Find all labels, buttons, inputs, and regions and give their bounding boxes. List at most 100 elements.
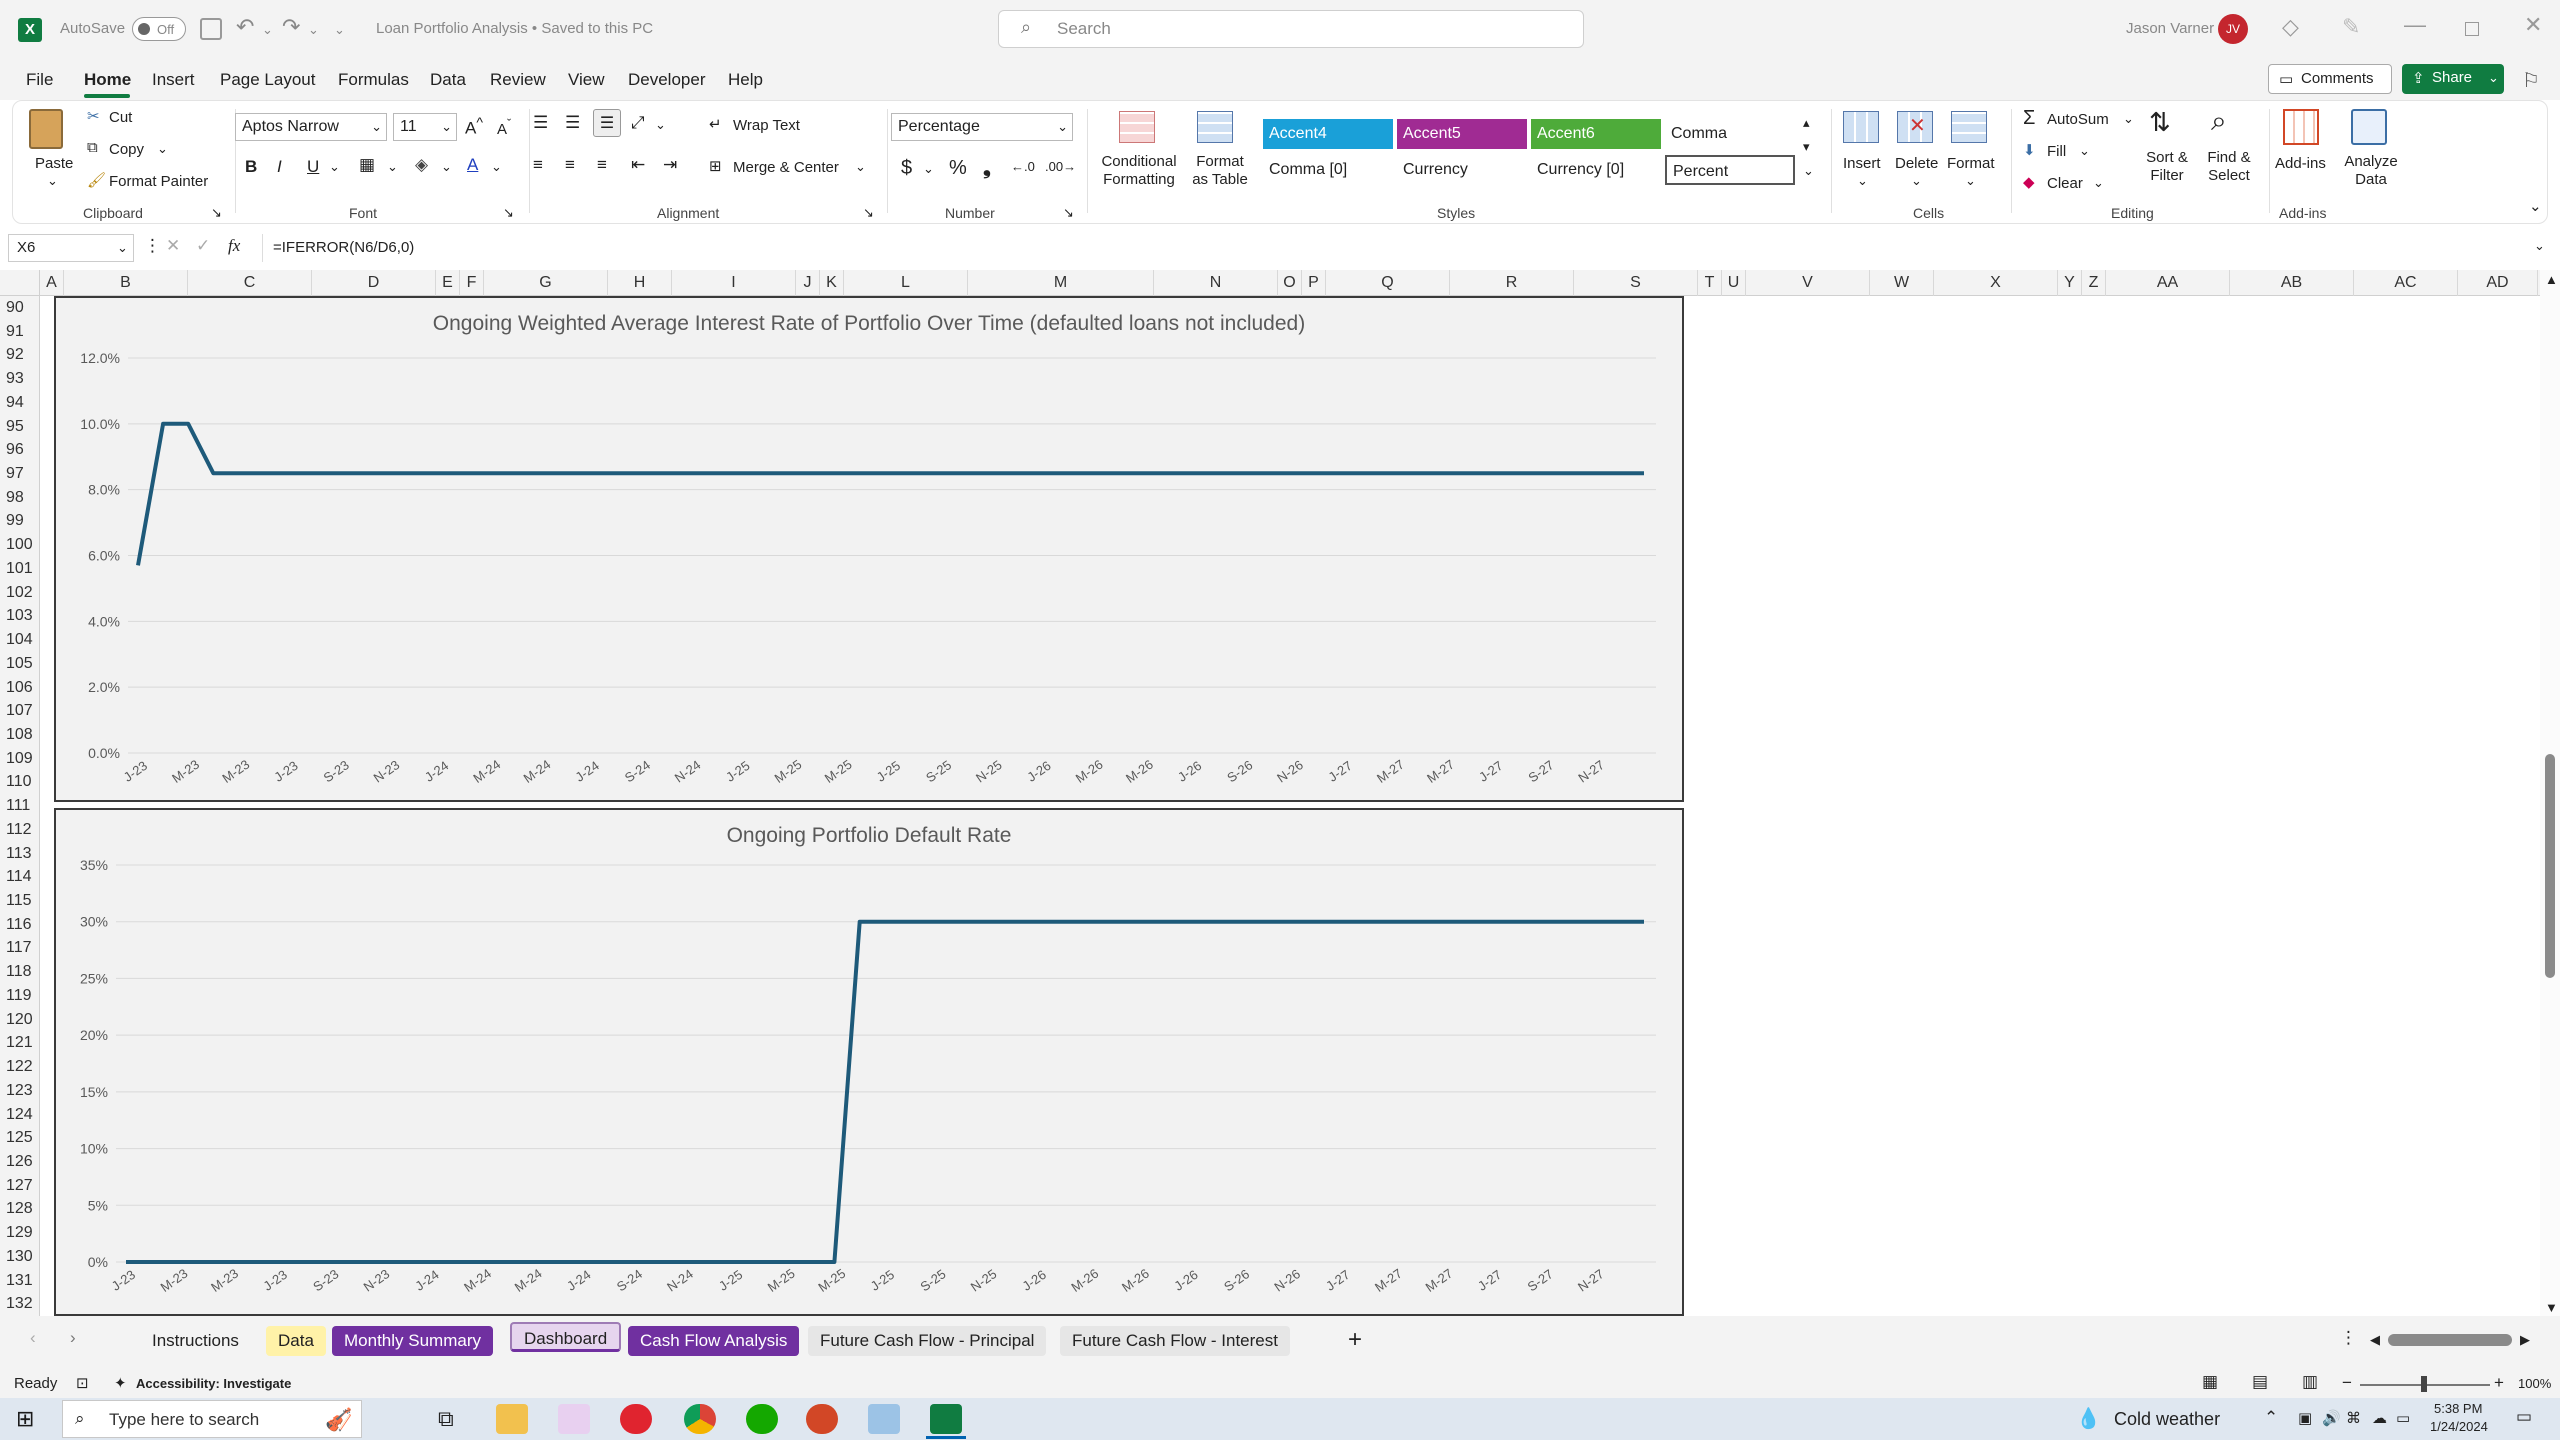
row-header-110[interactable]: 110 [0, 770, 38, 794]
zoom-level[interactable]: 100% [2518, 1376, 2551, 1391]
font-launcher-icon[interactable]: ↘ [503, 205, 514, 221]
row-header-92[interactable]: 92 [0, 343, 38, 367]
row-header-132[interactable]: 132 [0, 1292, 38, 1316]
cancel-entry-icon[interactable]: ✕ [166, 236, 180, 256]
ribbon-collapse-icon[interactable]: ⌄ [2529, 197, 2542, 215]
align-top-icon[interactable]: ☰ [533, 113, 548, 133]
sheet-tab-instructions[interactable]: Instructions [140, 1326, 251, 1356]
normal-view-icon[interactable]: ▦ [2202, 1372, 2218, 1392]
save-icon[interactable] [200, 18, 222, 40]
column-header-j[interactable]: J [796, 270, 820, 296]
bold-button[interactable]: B [245, 157, 257, 177]
name-box[interactable]: X6 ⌄ [8, 234, 134, 262]
style-currency[interactable]: Currency [1397, 155, 1527, 185]
formula-options-icon[interactable]: ⋮ [144, 236, 161, 256]
accessibility-status[interactable]: Accessibility: Investigate [136, 1376, 291, 1391]
display-icon[interactable]: ▭ [2396, 1409, 2410, 1427]
tab-developer[interactable]: Developer [628, 70, 706, 90]
row-header-107[interactable]: 107 [0, 699, 38, 723]
orientation-icon[interactable]: ⤢ [631, 113, 645, 133]
vertical-scroll-thumb[interactable] [2545, 754, 2555, 978]
wrap-text-icon[interactable]: ↵ [709, 115, 722, 133]
coauthor-icon[interactable]: ⚐ [2522, 68, 2540, 93]
notifications-icon[interactable]: ▭ [2516, 1407, 2532, 1427]
row-header-98[interactable]: 98 [0, 486, 38, 510]
font-size-dropdown[interactable]: 11 ⌄ [393, 113, 457, 141]
style-accent6[interactable]: Accent6 [1531, 119, 1661, 149]
row-header-101[interactable]: 101 [0, 557, 38, 581]
column-header-h[interactable]: H [608, 270, 672, 296]
upwork-icon[interactable] [746, 1404, 778, 1434]
sheet-tab-monthly-summary[interactable]: Monthly Summary [332, 1326, 493, 1356]
format-cells-dropdown-icon[interactable]: ⌄ [1965, 173, 1976, 189]
customize-qat-icon[interactable]: ⌄ [334, 22, 345, 38]
decrease-indent-icon[interactable]: ⇤ [631, 155, 645, 175]
row-header-119[interactable]: 119 [0, 984, 38, 1008]
redo-icon[interactable]: ↷ [282, 14, 300, 40]
fill-color-dropdown-icon[interactable]: ⌄ [441, 159, 452, 175]
row-header-123[interactable]: 123 [0, 1079, 38, 1103]
underline-dropdown-icon[interactable]: ⌄ [329, 159, 340, 175]
fill-icon[interactable]: ⬇ [2023, 141, 2036, 159]
style-currency-0[interactable]: Currency [0] [1531, 155, 1661, 185]
row-header-95[interactable]: 95 [0, 415, 38, 439]
clear-button[interactable]: Clear [2047, 175, 2083, 192]
row-header-125[interactable]: 125 [0, 1126, 38, 1150]
task-view-icon[interactable]: ⧉ [438, 1406, 454, 1432]
wrap-text-button[interactable]: Wrap Text [733, 117, 800, 134]
zoom-out-icon[interactable]: − [2342, 1373, 2352, 1393]
sheet-options-icon[interactable]: ⋮ [2340, 1328, 2357, 1348]
column-header-i[interactable]: I [672, 270, 796, 296]
insert-cells-icon[interactable] [1843, 111, 1879, 143]
macro-record-icon[interactable]: ⊡ [76, 1374, 89, 1392]
merge-center-icon[interactable]: ⊞ [709, 157, 722, 175]
column-header-z[interactable]: Z [2082, 270, 2106, 296]
row-header-108[interactable]: 108 [0, 723, 38, 747]
worksheet-grid[interactable]: Ongoing Weighted Average Interest Rate o… [40, 296, 2540, 1316]
styles-more-icon[interactable]: ⌄ [1803, 163, 1814, 179]
row-header-97[interactable]: 97 [0, 462, 38, 486]
styles-scroll-up-icon[interactable]: ▴ [1803, 115, 1810, 131]
fill-color-icon[interactable]: ◈ [415, 155, 428, 175]
font-color-dropdown-icon[interactable]: ⌄ [491, 159, 502, 175]
sort-filter-icon[interactable]: ⇅ [2149, 107, 2171, 138]
tab-data[interactable]: Data [430, 70, 466, 90]
vertical-scrollbar[interactable]: ▲ ▼ [2540, 270, 2560, 1316]
row-header-115[interactable]: 115 [0, 889, 38, 913]
number-launcher-icon[interactable]: ↘ [1063, 205, 1074, 221]
horizontal-scroll-thumb[interactable] [2388, 1334, 2512, 1346]
align-bottom-button[interactable]: ☰ [593, 109, 621, 137]
row-header-109[interactable]: 109 [0, 747, 38, 771]
row-header-131[interactable]: 131 [0, 1269, 38, 1293]
row-header-96[interactable]: 96 [0, 438, 38, 462]
undo-icon[interactable]: ↶ [236, 14, 254, 40]
taskbar-search-box[interactable]: ⌕ Type here to search 🎻 [62, 1400, 362, 1438]
hscroll-right-icon[interactable]: ▶ [2520, 1332, 2530, 1348]
style-comma-0[interactable]: Comma [0] [1263, 155, 1393, 185]
onedrive-icon[interactable]: ☁ [2372, 1409, 2387, 1427]
powerpoint-icon[interactable] [806, 1404, 838, 1434]
file-explorer-icon[interactable] [496, 1404, 528, 1434]
row-header-105[interactable]: 105 [0, 652, 38, 676]
comments-button[interactable]: ▭ Comments [2268, 64, 2392, 94]
column-header-d[interactable]: D [312, 270, 436, 296]
accessibility-icon[interactable]: ✦ [114, 1374, 127, 1392]
paste-icon[interactable] [29, 109, 63, 149]
sheet-tab-data[interactable]: Data [266, 1326, 326, 1356]
paste-dropdown-icon[interactable]: ⌄ [47, 173, 58, 189]
percent-style-button[interactable]: % [949, 157, 967, 180]
autosave-toggle[interactable]: Off [132, 17, 186, 41]
align-left-icon[interactable]: ≡ [533, 155, 543, 175]
chrome-icon[interactable] [684, 1404, 716, 1434]
column-header-c[interactable]: C [188, 270, 312, 296]
insert-cells-dropdown-icon[interactable]: ⌄ [1857, 173, 1868, 189]
tray-expand-icon[interactable]: ⌃ [2264, 1408, 2278, 1428]
row-header-90[interactable]: 90 [0, 296, 38, 320]
increase-font-icon[interactable]: A^ [465, 115, 483, 139]
expand-formula-bar-icon[interactable]: ⌄ [2534, 238, 2545, 254]
column-header-l[interactable]: L [844, 270, 968, 296]
increase-indent-icon[interactable]: ⇥ [663, 155, 677, 175]
conditional-formatting-icon[interactable] [1119, 111, 1155, 143]
tray-app-icon[interactable]: ▣ [2298, 1409, 2312, 1427]
row-header-102[interactable]: 102 [0, 581, 38, 605]
